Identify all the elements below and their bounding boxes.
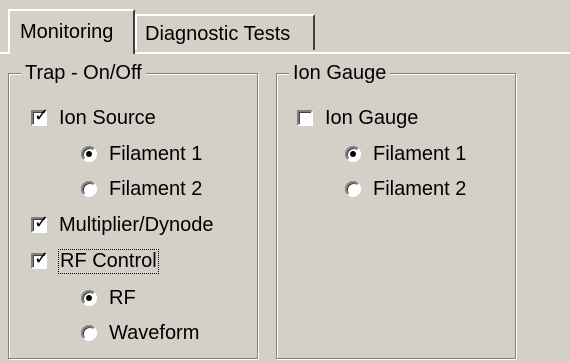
radio-selected-icon[interactable] <box>81 290 97 306</box>
trap-group: Trap - On/Off ✓ Ion Source Filament 1 Fi… <box>8 61 258 359</box>
check-mark-icon: ✓ <box>34 212 50 233</box>
ion-gauge-group: Ion Gauge Ion Gauge Filament 1 Filament … <box>276 61 516 359</box>
radio-selected-icon[interactable] <box>81 146 97 162</box>
rf-control-checkbox[interactable]: ✓ RF Control <box>31 247 159 275</box>
monitoring-panel: Trap - On/Off ✓ Ion Source Filament 1 Fi… <box>0 52 570 362</box>
gauge-filament-1-radio[interactable]: Filament 1 <box>345 140 466 168</box>
gauge-filament-2-label: Filament 2 <box>373 177 467 200</box>
ion-gauge-checkbox[interactable]: Ion Gauge <box>297 104 418 132</box>
rf-label: RF <box>109 286 136 309</box>
ion-source-check-box[interactable]: ✓ <box>31 105 50 126</box>
multiplier-check-box[interactable]: ✓ <box>31 212 50 233</box>
tab-monitoring-label: Monitoring <box>20 21 114 43</box>
tab-diagnostic-tests-label: Diagnostic Tests <box>145 23 291 45</box>
radio-unselected-icon[interactable] <box>345 181 361 197</box>
waveform-radio[interactable]: Waveform <box>81 319 199 347</box>
trap-filament-2-label: Filament 2 <box>109 177 203 200</box>
tab-diagnostic-tests[interactable]: Diagnostic Tests <box>135 14 315 50</box>
check-mark-icon: ✓ <box>34 105 50 126</box>
rf-control-label: RF Control <box>58 248 159 274</box>
ion-gauge-label: Ion Gauge <box>325 106 419 129</box>
gauge-filament-2-radio[interactable]: Filament 2 <box>345 175 466 203</box>
trap-filament-2-radio[interactable]: Filament 2 <box>81 175 202 203</box>
ion-source-label: Ion Source <box>59 106 156 129</box>
ion-gauge-check-box[interactable] <box>297 110 313 126</box>
rf-radio[interactable]: RF <box>81 284 136 312</box>
trap-filament-1-label: Filament 1 <box>109 142 203 165</box>
radio-unselected-icon[interactable] <box>81 181 97 197</box>
multiplier-checkbox[interactable]: ✓ Multiplier/Dynode <box>31 211 214 239</box>
ion-source-checkbox[interactable]: ✓ Ion Source <box>31 104 156 132</box>
waveform-label: Waveform <box>109 321 200 344</box>
check-mark-icon: ✓ <box>34 248 50 269</box>
radio-selected-icon[interactable] <box>345 146 361 162</box>
radio-unselected-icon[interactable] <box>81 325 97 341</box>
multiplier-label: Multiplier/Dynode <box>59 213 214 236</box>
rf-control-check-box[interactable]: ✓ <box>31 248 50 269</box>
trap-filament-1-radio[interactable]: Filament 1 <box>81 140 202 168</box>
trap-group-title: Trap - On/Off <box>21 61 146 85</box>
ion-gauge-group-title: Ion Gauge <box>289 61 391 85</box>
tab-strip: Monitoring Diagnostic Tests <box>0 0 570 58</box>
tab-monitoring[interactable]: Monitoring <box>8 9 135 54</box>
gauge-filament-1-label: Filament 1 <box>373 142 467 165</box>
